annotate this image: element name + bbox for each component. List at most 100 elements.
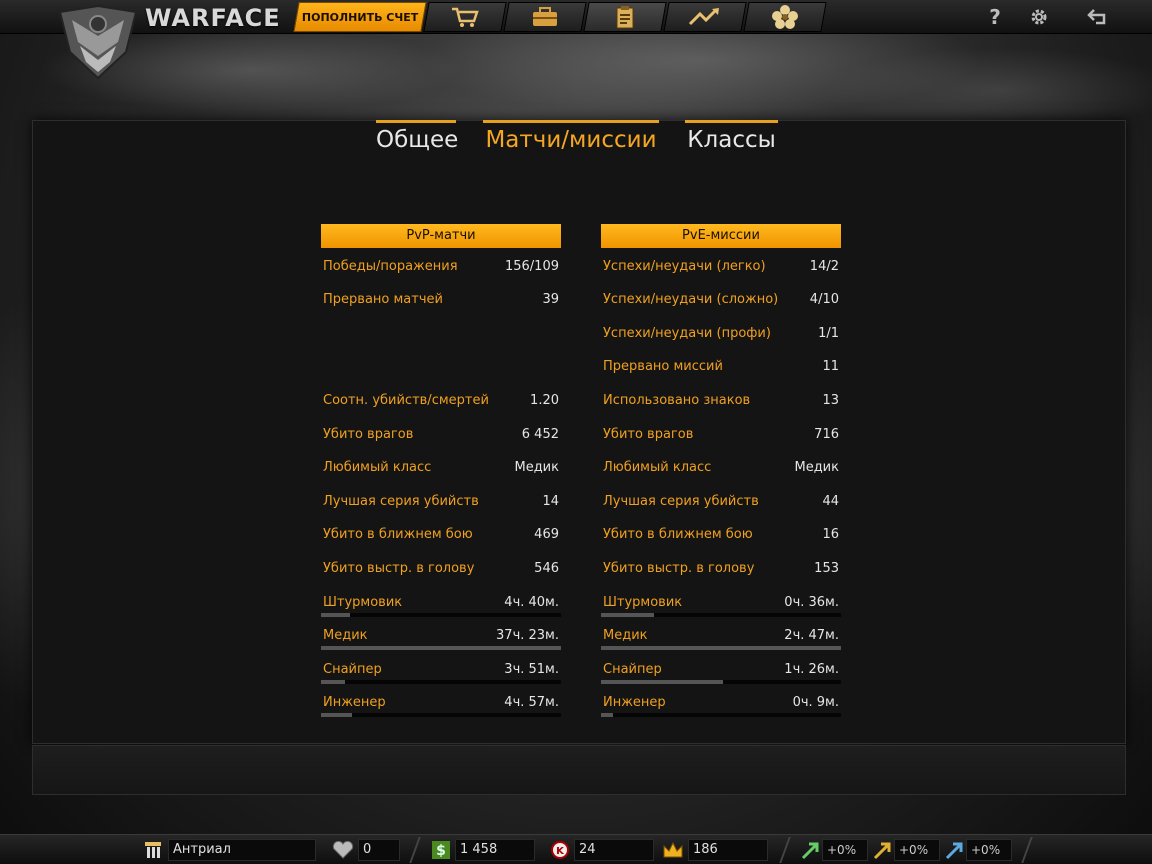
stat-value: 153 — [814, 561, 839, 576]
stat-value: 1.20 — [530, 393, 559, 408]
warface-emblem-icon — [58, 4, 138, 80]
class-time-row: Снайпер 1ч. 26м. — [601, 660, 841, 680]
exit-button[interactable] — [1084, 4, 1110, 30]
stat-value: 44 — [822, 494, 839, 509]
stat-row: Прервано матчей 39 — [321, 290, 561, 310]
crowns-balance: 186 — [688, 839, 768, 861]
class-label: Инженер — [603, 695, 666, 710]
stat-value: Медик — [514, 460, 559, 475]
nav-profile-button[interactable] — [583, 2, 667, 32]
tab-classes[interactable]: Классы — [685, 120, 778, 156]
stat-value: 13 — [822, 393, 839, 408]
separator — [1021, 837, 1033, 863]
stat-row: Убито врагов 716 — [601, 425, 841, 445]
class-time-bar-fill — [601, 646, 841, 650]
class-time-row: Штурмовик 0ч. 36м. — [601, 593, 841, 613]
stat-label: Использовано знаков — [603, 393, 751, 408]
class-time-bar-fill — [601, 613, 654, 617]
stat-value: Медик — [794, 460, 839, 475]
stat-label: Лучшая серия убийств — [603, 494, 759, 509]
xp-boost-arrow-icon — [800, 839, 822, 861]
help-icon: ? — [989, 5, 1001, 29]
nav-shop-button[interactable] — [423, 2, 507, 32]
stat-label: Победы/поражения — [323, 259, 458, 274]
class-time-bar-fill — [601, 713, 613, 717]
class-time: 0ч. 36м. — [784, 595, 839, 610]
stat-row: Успехи/неудачи (профи) 1/1 — [601, 324, 841, 344]
svg-text:$: $ — [436, 843, 446, 859]
briefcase-icon — [533, 7, 557, 26]
class-time-bar — [601, 680, 841, 684]
class-label: Медик — [603, 628, 648, 643]
bottom-status-bar: Антриал 0 $ 1 458 K 24 186 +0% +0% +0% — [0, 834, 1152, 864]
stat-row: Прервано миссий 11 — [601, 357, 841, 377]
hearts-count: 0 — [358, 839, 400, 861]
class-label: Инженер — [323, 695, 386, 710]
svg-text:K: K — [556, 846, 565, 857]
class-time-row: Штурмовик 4ч. 40м. — [321, 593, 561, 613]
trend-arrow-icon — [688, 8, 719, 26]
class-time: 4ч. 40м. — [504, 595, 559, 610]
separator — [779, 837, 791, 863]
money-balance: 1 458 — [455, 839, 535, 861]
top-bar: WARFACE ПОПОЛНИТЬ СЧЕТ ? — [0, 0, 1152, 34]
stat-row: Лучшая серия убийств 44 — [601, 492, 841, 512]
pve-header: PvE-миссии — [601, 224, 841, 248]
stat-row: Любимый класс Медик — [601, 458, 841, 478]
class-time-bar-fill — [321, 646, 561, 650]
class-time-bar-fill — [321, 680, 345, 684]
class-label: Штурмовик — [603, 595, 683, 610]
class-time-row: Медик 2ч. 47м. — [601, 626, 841, 646]
rank-insignia-icon — [142, 839, 164, 861]
stat-row: Убито выстр. в голову 546 — [321, 559, 561, 579]
stat-row: Использовано знаков 13 — [601, 391, 841, 411]
class-time-bar — [321, 613, 561, 617]
stat-label: Прервано матчей — [323, 292, 443, 307]
settings-button[interactable] — [1026, 4, 1052, 30]
stat-label: Соотн. убийств/смертей — [323, 393, 489, 408]
class-time-bar — [321, 646, 561, 650]
stat-row: Убито в ближнем бою 16 — [601, 525, 841, 545]
class-time-row: Инженер 4ч. 57м. — [321, 693, 561, 713]
nav-inventory-button[interactable] — [503, 2, 587, 32]
stat-row: Убито в ближнем бою 469 — [321, 525, 561, 545]
flower-icon — [772, 5, 798, 29]
class-label: Снайпер — [603, 662, 662, 677]
money-icon: $ — [430, 839, 452, 861]
stat-label: Успехи/неудачи (легко) — [603, 259, 766, 274]
top-up-label: ПОПОЛНИТЬ СЧЕТ — [301, 10, 419, 24]
stat-row: Убито выстр. в голову 153 — [601, 559, 841, 579]
stat-label: Убито выстр. в голову — [323, 561, 475, 576]
top-up-account-button[interactable]: ПОПОЛНИТЬ СЧЕТ — [293, 2, 427, 32]
class-time: 3ч. 51м. — [504, 662, 559, 677]
player-name: Антриал — [168, 839, 316, 861]
stat-value: 4/10 — [809, 292, 839, 307]
tab-general[interactable]: Общее — [376, 120, 458, 156]
stats-panel — [32, 120, 1126, 744]
shopping-cart-icon — [452, 7, 479, 27]
class-time-row: Инженер 0ч. 9м. — [601, 693, 841, 713]
stat-label: Прервано миссий — [603, 359, 723, 374]
class-label: Снайпер — [323, 662, 382, 677]
stat-value: 6 452 — [521, 427, 559, 442]
stat-value: 11 — [822, 359, 839, 374]
tab-matches-missions[interactable]: Матчи/миссии — [483, 120, 659, 156]
pvp-header: PvP-матчи — [321, 224, 561, 248]
nav-achievements-button[interactable] — [743, 2, 827, 32]
class-time: 4ч. 57м. — [504, 695, 559, 710]
stat-label: Убито в ближнем бою — [323, 527, 473, 542]
help-button[interactable]: ? — [982, 4, 1008, 30]
stat-row: Успехи/неудачи (сложно) 4/10 — [601, 290, 841, 310]
stats-tabs: Общее Матчи/миссии Классы — [0, 120, 1152, 160]
class-time-row: Снайпер 3ч. 51м. — [321, 660, 561, 680]
money-boost-value: +0% — [966, 839, 1012, 861]
stat-label: Любимый класс — [323, 460, 432, 475]
crown-icon — [662, 839, 684, 861]
class-time-bar — [601, 613, 841, 617]
nav-ratings-button[interactable] — [663, 2, 747, 32]
class-label: Штурмовик — [323, 595, 403, 610]
stat-label: Убито врагов — [603, 427, 694, 442]
class-time-bar-fill — [321, 713, 353, 717]
stats-panel-footer — [32, 745, 1126, 795]
stat-row: Любимый класс Медик — [321, 458, 561, 478]
